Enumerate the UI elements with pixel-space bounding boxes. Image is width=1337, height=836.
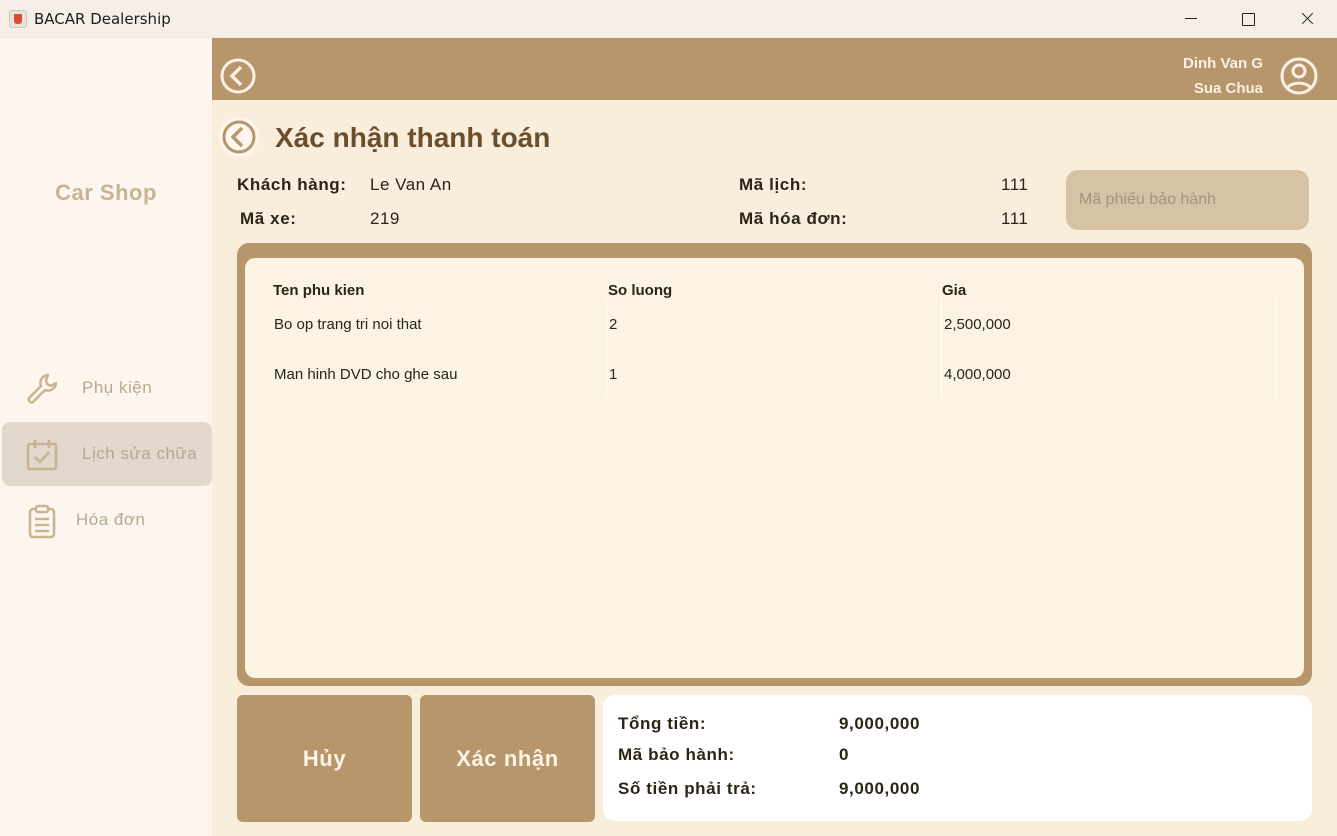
back-circle-icon[interactable] xyxy=(218,116,260,158)
window-title: BACAR Dealership xyxy=(34,10,171,28)
cell-price: 2,500,000 xyxy=(944,316,1011,333)
warranty-ticket-input[interactable] xyxy=(1066,170,1309,230)
warranty-value: 0 xyxy=(839,745,850,764)
car-id-label: Mã xe: xyxy=(240,209,297,228)
sidebar-item-label: Phụ kiện xyxy=(82,378,153,397)
cell-name: Man hinh DVD cho ghe sau xyxy=(274,366,458,383)
clipboard-icon xyxy=(28,504,56,539)
invoice-id-value: 111 xyxy=(1001,209,1029,228)
accessory-table: Ten phu kien So luong Gia Bo op trang tr… xyxy=(245,258,1304,678)
car-id-value: 219 xyxy=(370,209,400,228)
column-divider xyxy=(606,299,607,399)
user-avatar-icon[interactable] xyxy=(1279,56,1319,96)
total-label: Tổng tiền: xyxy=(618,714,707,733)
confirm-button[interactable]: Xác nhận xyxy=(420,695,595,822)
minimize-button[interactable] xyxy=(1161,0,1219,38)
invoice-id-label: Mã hóa đơn: xyxy=(739,209,848,228)
warranty-label: Mã bảo hành: xyxy=(618,745,735,764)
accessory-table-frame: Ten phu kien So luong Gia Bo op trang tr… xyxy=(237,243,1312,686)
schedule-id-label: Mã lịch: xyxy=(739,175,808,194)
main-content: Xác nhận thanh toán Khách hàng: Le Van A… xyxy=(212,100,1337,836)
column-header-price: Gia xyxy=(942,282,967,299)
cell-price: 4,000,000 xyxy=(944,366,1011,383)
top-header: Dinh Van G Sua Chua xyxy=(212,38,1337,100)
amount-due-label: Số tiền phải trả: xyxy=(618,779,757,798)
sidebar-item-lich-sua-chua[interactable]: Lịch sửa chữa xyxy=(2,422,212,486)
payment-summary: Tổng tiền: 9,000,000 Mã bảo hành: 0 Số t… xyxy=(603,695,1312,821)
total-value: 9,000,000 xyxy=(839,714,921,733)
sidebar-item-label: Hóa đơn xyxy=(76,510,146,529)
column-header-quantity: So luong xyxy=(608,282,673,299)
maximize-button[interactable] xyxy=(1219,0,1277,38)
cancel-button[interactable]: Hủy xyxy=(237,695,412,822)
java-app-icon xyxy=(9,10,27,28)
user-role: Sua Chua xyxy=(1193,80,1263,97)
user-name: Dinh Van G xyxy=(1182,55,1263,72)
page-title: Xác nhận thanh toán xyxy=(275,122,551,153)
close-button[interactable] xyxy=(1277,0,1335,38)
schedule-id-value: 111 xyxy=(1001,175,1029,194)
customer-label: Khách hàng: xyxy=(237,175,347,194)
column-divider xyxy=(941,299,942,399)
cell-quantity: 1 xyxy=(609,366,618,383)
column-divider xyxy=(1276,299,1277,399)
customer-value: Le Van An xyxy=(370,175,452,194)
amount-due-value: 9,000,000 xyxy=(839,779,921,798)
wrench-icon xyxy=(27,373,58,404)
sidebar: Car Shop Phụ kiện Lịch sửa chữa Hóa đơn xyxy=(0,38,212,836)
cell-name: Bo op trang tri noi that xyxy=(274,316,422,333)
sidebar-item-hoa-don[interactable]: Hóa đơn xyxy=(2,488,212,552)
brand-logo-text: Car Shop xyxy=(55,180,157,205)
sidebar-item-label: Lịch sửa chữa xyxy=(82,444,198,463)
window-titlebar: BACAR Dealership xyxy=(0,0,1337,38)
cell-quantity: 2 xyxy=(609,316,618,333)
calendar-check-icon xyxy=(26,440,58,471)
sidebar-item-phu-kien[interactable]: Phụ kiện xyxy=(2,356,212,420)
back-arrow-icon[interactable] xyxy=(219,57,257,95)
column-header-name: Ten phu kien xyxy=(273,282,365,299)
